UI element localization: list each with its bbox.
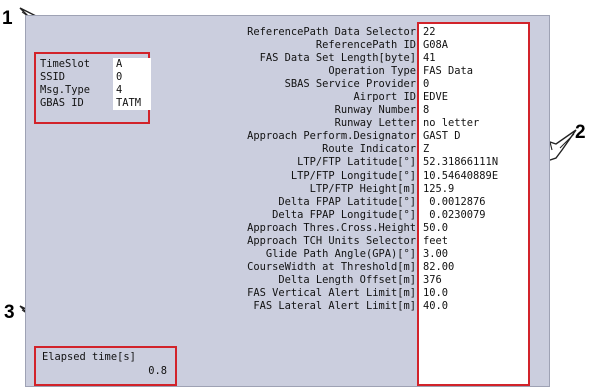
elapsed-time-label: Elapsed time[s] (42, 351, 136, 363)
info-label-timeslot: TimeSlot (40, 58, 91, 70)
field-label: LTP/FTP Longitude[°] (290, 169, 416, 182)
field-value: 125.9 (423, 182, 455, 195)
field-value: 3.00 (423, 247, 449, 260)
field-label: Delta Length Offset[m] (278, 273, 416, 286)
info-value-msg-type: 4 (116, 84, 123, 97)
elapsed-time-value: 0.8 (148, 365, 167, 377)
info-label-msg-type: Msg.Type (40, 84, 91, 97)
info-value-ssid: 0 (116, 71, 123, 84)
info-value-gbas-id: TATM (116, 97, 142, 110)
callout-number-3: 3 (4, 302, 15, 323)
field-label: Route Indicator (322, 143, 416, 156)
info-value-timeslot: A (116, 58, 123, 70)
field-value: 41 (423, 52, 436, 65)
field-value: FAS Data (423, 65, 474, 78)
message-info-box: TimeSlot SSID Msg.Type GBAS ID A 0 4 TAT… (34, 52, 151, 124)
field-value: 0.0230079 (423, 208, 486, 221)
field-label: SBAS Service Provider (284, 78, 416, 91)
field-label: Approach Thres.Cross.Height (247, 221, 416, 234)
field-label: FAS Data Set Length[byte] (259, 52, 416, 65)
callout-number-1: 1 (2, 8, 13, 29)
field-value: 82.00 (423, 260, 455, 273)
info-label-ssid: SSID (40, 71, 66, 84)
field-value: 40.0 (423, 299, 449, 312)
elapsed-time-box: Elapsed time[s] 0.8 (34, 346, 177, 386)
field-value: 52.31866111N (423, 156, 499, 169)
field-label: ReferencePath ID (315, 39, 416, 52)
field-label: LTP/FTP Latitude[°] (297, 156, 416, 169)
field-label: FAS Vertical Alert Limit[m] (247, 286, 416, 299)
field-value: 0.0012876 (423, 195, 486, 208)
field-labels-column: ReferencePath Data Selector ReferencePat… (188, 26, 416, 313)
field-values-box: 22 G08A 41 FAS Data 0 EDVE 8 no letter G… (417, 22, 530, 386)
field-label: Approach Perform.Designator (247, 130, 416, 143)
field-value: 8 (423, 104, 430, 117)
field-label: Approach TCH Units Selector (247, 234, 416, 247)
field-value: 10.0 (423, 286, 449, 299)
field-value: G08A (423, 39, 449, 52)
field-value: GAST D (423, 130, 461, 143)
field-value: EDVE (423, 91, 449, 104)
field-label: FAS Lateral Alert Limit[m] (253, 299, 416, 312)
field-label: LTP/FTP Height[m] (309, 182, 416, 195)
field-value: 22 (423, 26, 436, 38)
field-label: Runway Number (334, 104, 416, 117)
info-label-gbas-id: GBAS ID (40, 97, 84, 110)
field-label: Operation Type (328, 65, 416, 78)
field-value: Z (423, 143, 430, 156)
field-value: 50.0 (423, 221, 449, 234)
field-value: 10.54640889E (423, 169, 499, 182)
field-value: 0 (423, 78, 430, 91)
field-label: Airport ID (353, 91, 416, 104)
field-label: CourseWidth at Threshold[m] (247, 260, 416, 273)
field-value: feet (423, 234, 449, 247)
field-label: Delta FPAP Longitude[°] (272, 208, 416, 221)
field-label: ReferencePath Data Selector (247, 26, 416, 38)
field-label: Delta FPAP Latitude[°] (278, 195, 416, 208)
field-value: 376 (423, 273, 442, 286)
field-label: Runway Letter (334, 117, 416, 130)
field-label: Glide Path Angle(GPA)[°] (265, 247, 416, 260)
field-value: no letter (423, 117, 480, 130)
